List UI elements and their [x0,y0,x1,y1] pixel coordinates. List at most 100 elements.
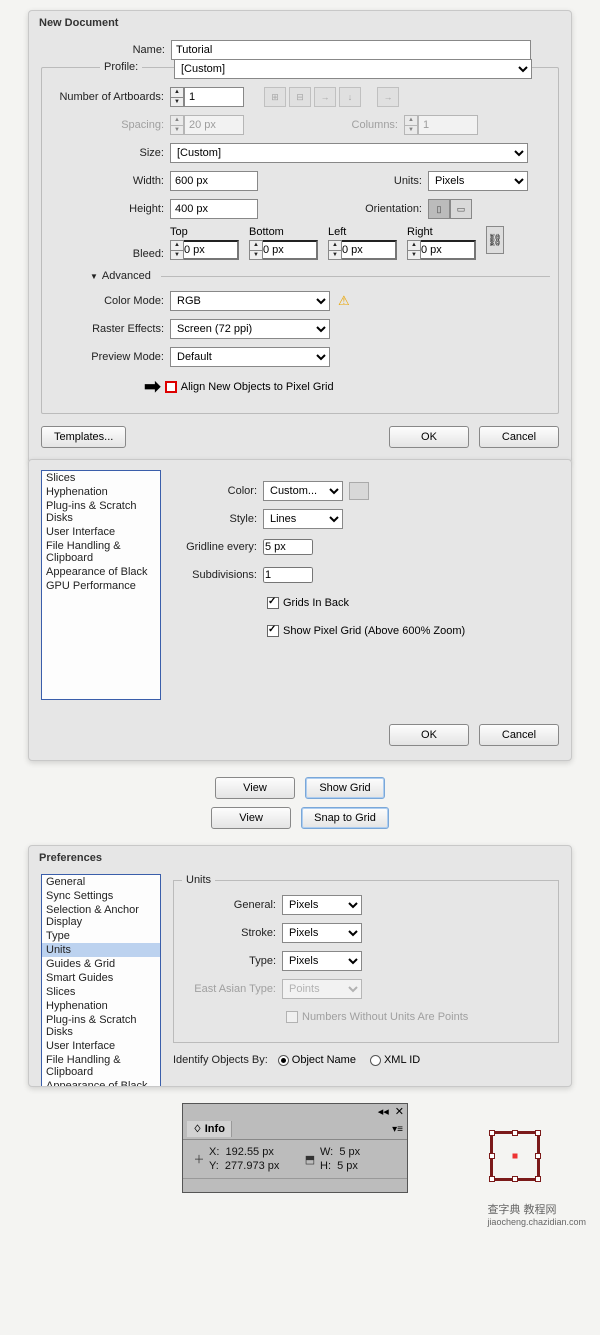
list-item[interactable]: Appearance of Black [42,1079,160,1086]
list-item[interactable]: File Handling & Clipboard [42,539,160,565]
orientation-portrait-icon[interactable]: ▯ [428,199,450,219]
list-item[interactable]: Type [42,929,160,943]
name-input[interactable] [171,40,531,60]
identify-label: Identify Objects By: [173,1054,278,1066]
align-checkbox[interactable] [165,381,177,393]
spacing-label: Spacing: [50,119,170,131]
orientation-landscape-icon[interactable]: ▭ [450,199,472,219]
profile-label: Profile: [104,61,138,73]
preferences-units-dialog: Preferences GeneralSync SettingsSelectio… [28,845,572,1087]
snap-to-grid-menu[interactable]: Snap to Grid [301,807,389,829]
artboard-layout-1-icon: ⊞ [264,87,286,107]
artboard-layout-2-icon: ⊟ [289,87,311,107]
templates-button[interactable]: Templates... [41,426,126,448]
selection-box-icon [490,1131,540,1181]
artboards-stepper[interactable]: ▲▼ [170,87,244,107]
grid-style-select[interactable]: Lines [263,509,343,529]
ok-button[interactable]: OK [389,426,469,448]
colormode-select[interactable]: RGB [170,291,330,311]
unit-stroke-select[interactable]: Pixels [282,923,362,943]
list-item[interactable]: Hyphenation [42,485,160,499]
objectname-radio[interactable] [278,1055,289,1066]
panel-menu-icon[interactable]: ▾≡ [392,1124,403,1135]
width-label: Width: [50,175,170,187]
preview-label: Preview Mode: [50,351,170,363]
list-item[interactable]: Selection & Anchor Display [42,903,160,929]
height-input[interactable] [170,199,258,219]
x-label: X: [209,1146,219,1158]
unit-gen-label: General: [182,899,282,911]
bleed-top-label: Top [170,226,239,238]
info-panel: ◂◂ ✕ ♢ Info ▾≡ ＋ X: 192.55 px Y: 277.973… [182,1103,408,1193]
bleed-top-input[interactable] [184,240,239,260]
unit-gen-select[interactable]: Pixels [282,895,362,915]
view-menu-1[interactable]: View [215,777,295,799]
list-item[interactable]: Guides & Grid [42,957,160,971]
list-item[interactable]: Hyphenation [42,999,160,1013]
link-bleed-icon[interactable]: ⛓ [486,226,504,254]
info-tab[interactable]: ♢ Info [187,1121,232,1137]
list-item[interactable]: Plug-ins & Scratch Disks [42,499,160,525]
profile-select[interactable]: [Custom] [174,59,532,79]
spacing-input [184,115,244,135]
gridsinback-label: Grids In Back [283,597,349,609]
list-item[interactable]: General [42,875,160,889]
bleed-left-label: Left [328,226,397,238]
grid-cancel-button[interactable]: Cancel [479,724,559,746]
grid-ok-button[interactable]: OK [389,724,469,746]
watermark: 查字典 教程网 jiaocheng.chazidian.com [487,1201,586,1227]
gridsinback-checkbox[interactable] [267,597,279,609]
bleed-right-input[interactable] [421,240,476,260]
list-item[interactable]: User Interface [42,1039,160,1053]
unit-eat-select: Points [282,979,362,999]
bleed-top-stepper[interactable]: ▲▼ [170,240,184,260]
list-item[interactable]: Units [42,943,160,957]
gridline-input[interactable] [263,539,313,555]
view-menu-2[interactable]: View [211,807,291,829]
bleed-bottom-stepper[interactable]: ▲▼ [249,240,263,260]
orientation-label: Orientation: [258,203,428,215]
advanced-label: Advanced [102,270,151,282]
advanced-toggle[interactable]: ▼ Advanced [90,270,550,282]
xmlid-radio[interactable] [370,1055,381,1066]
artboards-input[interactable] [184,87,244,107]
list-item[interactable]: Slices [42,985,160,999]
cancel-button[interactable]: Cancel [479,426,559,448]
y-value: 277.973 px [225,1160,279,1172]
w-label: W: [320,1146,333,1158]
raster-select[interactable]: Screen (72 ppi) [170,319,330,339]
collapse-icon[interactable]: ◂◂ [378,1105,389,1118]
units-select[interactable]: Pixels [428,171,528,191]
raster-label: Raster Effects: [50,323,170,335]
spacing-stepper: ▲▼ [170,115,244,135]
list-item[interactable]: File Handling & Clipboard [42,1053,160,1079]
show-grid-menu[interactable]: Show Grid [305,777,385,799]
bleed-label: Bleed: [50,248,170,260]
list-item[interactable]: Smart Guides [42,971,160,985]
prefs-list-grid[interactable]: SlicesHyphenationPlug-ins & Scratch Disk… [41,470,161,700]
bleed-left-stepper[interactable]: ▲▼ [328,240,342,260]
bleed-left-input[interactable] [342,240,397,260]
close-panel-icon[interactable]: ✕ [395,1105,404,1118]
list-item[interactable]: Sync Settings [42,889,160,903]
preview-select[interactable]: Default [170,347,330,367]
xmlid-label: XML ID [384,1054,420,1066]
list-item[interactable]: Appearance of Black [42,565,160,579]
prefs-list-units[interactable]: GeneralSync SettingsSelection & Anchor D… [41,874,161,1086]
unit-type-select[interactable]: Pixels [282,951,362,971]
unit-type-label: Type: [182,955,282,967]
list-item[interactable]: Slices [42,471,160,485]
bleed-right-label: Right [407,226,476,238]
grid-color-select[interactable]: Custom... [263,481,343,501]
subdiv-input[interactable] [263,567,313,583]
showpixelgrid-checkbox[interactable] [267,625,279,637]
bleed-bottom-input[interactable] [263,240,318,260]
color-swatch-icon[interactable] [349,482,369,500]
width-input[interactable] [170,171,258,191]
bleed-right-stepper[interactable]: ▲▼ [407,240,421,260]
list-item[interactable]: Plug-ins & Scratch Disks [42,1013,160,1039]
list-item[interactable]: User Interface [42,525,160,539]
list-item[interactable]: GPU Performance [42,579,160,593]
objectname-label: Object Name [292,1054,356,1066]
size-select[interactable]: [Custom] [170,143,528,163]
